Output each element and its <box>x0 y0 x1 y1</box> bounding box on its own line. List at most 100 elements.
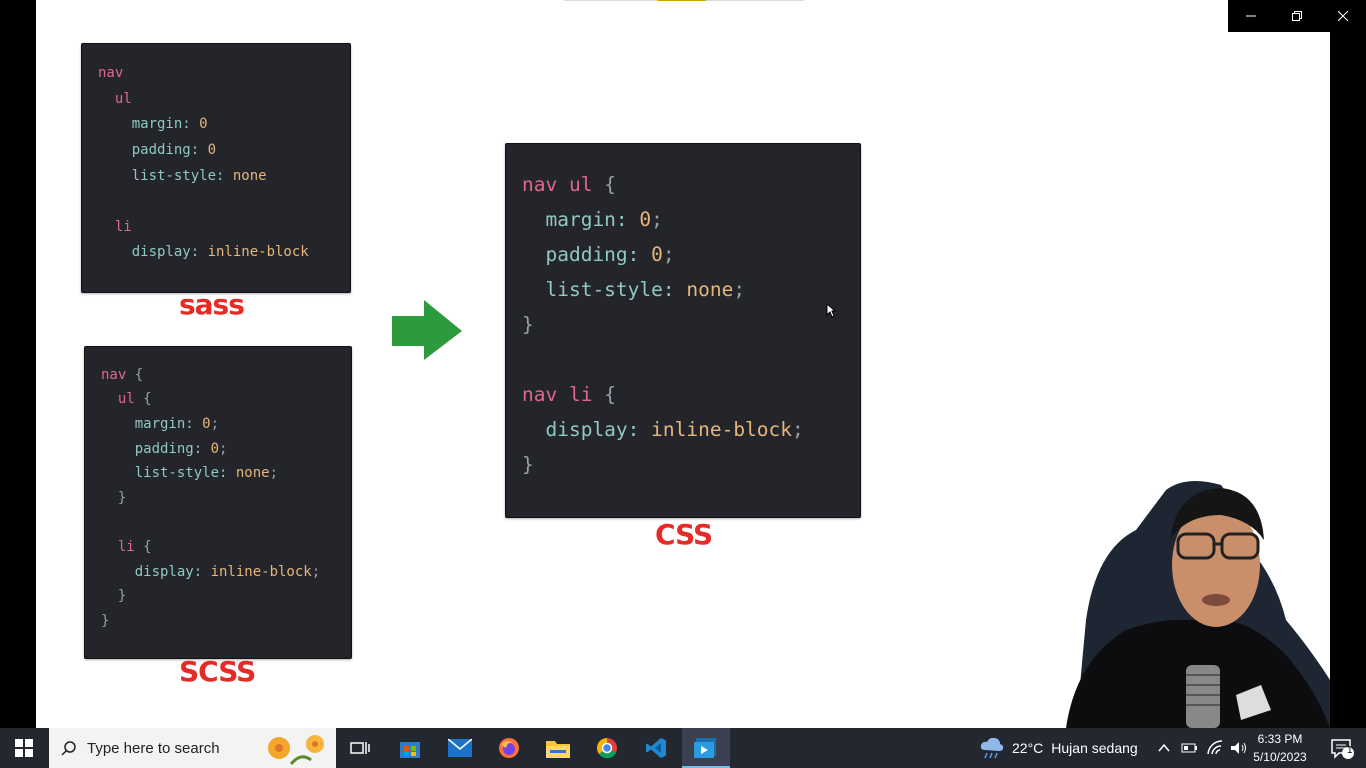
code-token: ; <box>792 417 804 441</box>
code-line: padding: 0; <box>522 242 675 266</box>
code-line: nav li { <box>522 383 616 406</box>
code-token: } <box>522 312 534 336</box>
code-line: list-style: none; <box>522 278 745 301</box>
code-token: } <box>101 612 110 629</box>
code-token: { <box>143 391 152 408</box>
presenter-webcam <box>1066 481 1330 728</box>
restore-icon[interactable] <box>1274 0 1320 32</box>
show-hidden-icons-chevron-icon[interactable] <box>1156 740 1172 756</box>
search-icon <box>61 741 76 756</box>
notification-center-icon[interactable]: 1 <box>1318 728 1366 768</box>
code-line: list-style: none <box>98 168 267 184</box>
code-token: 0 <box>651 242 663 266</box>
code-token: ul <box>98 90 132 107</box>
code-line: margin: 0 <box>98 116 208 132</box>
mail-icon[interactable] <box>436 728 484 768</box>
weather-description: Hujan sedang <box>1051 740 1138 756</box>
microsoft-store-icon[interactable] <box>386 728 434 768</box>
code-token: margin: <box>522 207 640 231</box>
code-token: inline-block <box>651 417 793 441</box>
weather-widget[interactable]: 22°C Hujan sedang <box>980 728 1138 768</box>
right-arrow-icon <box>392 300 462 360</box>
scss-code-block: nav { ul { margin: 0; padding: 0; list-s… <box>84 346 352 659</box>
code-token: 0 <box>199 116 208 133</box>
chrome-icon[interactable] <box>583 728 631 768</box>
code-token: nav <box>98 65 124 82</box>
sass-label: sass <box>179 288 245 321</box>
task-view-icon[interactable] <box>336 728 384 768</box>
code-line: list-style: none; <box>101 465 278 481</box>
taskbar-clock[interactable]: 6:33 PM 5/10/2023 <box>1248 730 1312 766</box>
code-line: li <box>98 219 132 235</box>
wifi-icon[interactable] <box>1206 740 1224 756</box>
clock-time: 6:33 PM <box>1257 732 1303 746</box>
minimize-icon[interactable] <box>1228 0 1274 32</box>
css-label: CSS <box>655 518 713 551</box>
code-token: { <box>604 382 616 406</box>
code-token: padding: <box>522 242 652 266</box>
code-token: none <box>232 167 267 184</box>
code-token: 0 <box>202 415 211 432</box>
code-token: ; <box>210 415 220 432</box>
code-line: nav <box>98 65 123 81</box>
code-token: margin: <box>98 116 200 133</box>
weather-temperature: 22°C <box>1012 740 1044 756</box>
code-token: inline-block <box>207 244 309 261</box>
code-token: ; <box>651 207 663 231</box>
code-token: } <box>101 489 127 506</box>
window-controls <box>1228 0 1366 32</box>
code-token: } <box>522 452 534 476</box>
code-token: nav li <box>522 382 605 406</box>
code-line: margin: 0; <box>522 207 663 231</box>
code-line: } <box>522 453 534 476</box>
slide-progress-bar <box>564 0 804 1</box>
start-button[interactable] <box>0 728 48 768</box>
code-token: ; <box>219 440 228 457</box>
code-token: display: <box>522 417 652 441</box>
volume-icon[interactable] <box>1230 740 1248 756</box>
code-token: ; <box>733 277 746 301</box>
close-icon[interactable] <box>1320 0 1366 32</box>
code-line: } <box>101 613 109 629</box>
code-token: li <box>98 218 132 235</box>
code-token: ; <box>662 242 675 266</box>
search-placeholder: Type here to search <box>87 739 220 757</box>
code-token: ; <box>269 465 279 482</box>
code-token: padding: <box>101 440 211 457</box>
code-line: display: inline-block; <box>101 564 320 580</box>
taskbar-search-box[interactable]: Type here to search <box>49 728 336 768</box>
battery-icon[interactable] <box>1181 741 1199 755</box>
code-token: none <box>235 465 270 482</box>
code-line: margin: 0; <box>101 416 219 432</box>
file-explorer-icon[interactable] <box>534 728 582 768</box>
css-code-block: nav ul { margin: 0; padding: 0; list-sty… <box>505 143 861 518</box>
code-line: nav ul { <box>522 173 616 196</box>
notification-badge: 1 <box>1347 745 1353 756</box>
video-slide: nav ul margin: 0 padding: 0 list-style: … <box>36 0 1330 728</box>
code-token: { <box>143 538 152 555</box>
code-line: } <box>101 588 126 604</box>
code-token: display: <box>98 244 208 261</box>
code-token: 0 <box>210 440 220 457</box>
media-player-icon[interactable] <box>682 728 730 768</box>
code-token: } <box>101 588 127 605</box>
code-token: ; <box>311 563 321 580</box>
code-line: li { <box>101 539 152 555</box>
code-line: nav { <box>101 367 143 383</box>
firefox-icon[interactable] <box>485 728 533 768</box>
code-token: li <box>101 538 144 555</box>
scss-label: SCSS <box>179 655 256 688</box>
sass-code-block: nav ul margin: 0 padding: 0 list-style: … <box>81 43 351 293</box>
code-token: padding: <box>98 142 208 158</box>
vscode-icon[interactable] <box>632 728 680 768</box>
code-token: 0 <box>207 142 217 158</box>
code-token: { <box>604 172 616 196</box>
system-tray <box>1156 728 1248 768</box>
rain-cloud-icon <box>980 737 1004 759</box>
code-token: ul <box>101 391 144 408</box>
windows-logo-icon <box>15 739 33 757</box>
code-line: padding: 0 <box>98 142 216 158</box>
search-highlight-flowers-icon <box>268 735 324 765</box>
code-line: padding: 0; <box>101 440 228 457</box>
code-token: list-style: <box>98 167 233 184</box>
